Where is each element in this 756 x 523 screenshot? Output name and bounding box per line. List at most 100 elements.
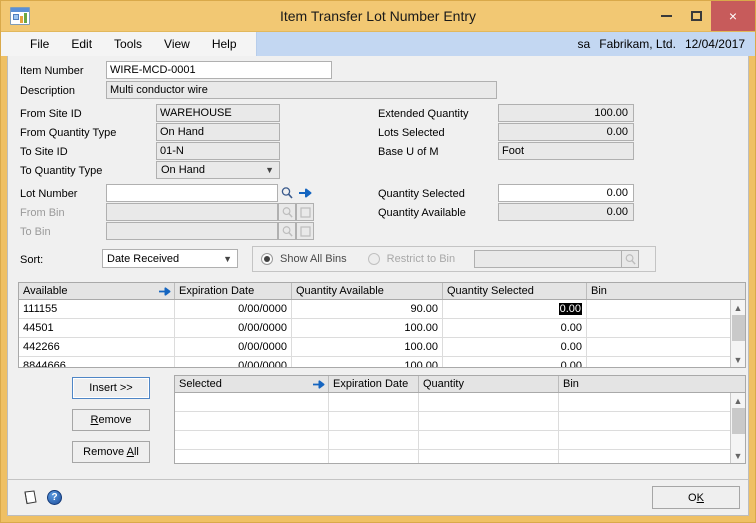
cell-quantity-available[interactable]: 100.00	[292, 338, 443, 356]
cell-selected[interactable]	[175, 431, 329, 449]
title-bar: Item Transfer Lot Number Entry ×	[1, 1, 755, 31]
cell-quantity-selected[interactable]: 0.00	[443, 357, 587, 367]
cell-bin[interactable]	[559, 412, 732, 430]
insert-button[interactable]: Insert >>	[72, 377, 150, 399]
from-bin-field	[106, 203, 278, 221]
cell-selected[interactable]	[175, 412, 329, 430]
quantity-selected-field[interactable]: 0.00	[498, 184, 634, 202]
column-header-quantity-available: Quantity Available	[292, 283, 443, 299]
table-row[interactable]	[175, 412, 745, 431]
menu-item-view[interactable]: View	[153, 32, 201, 57]
minimize-button[interactable]	[651, 1, 681, 31]
cell-quantity-available[interactable]: 100.00	[292, 319, 443, 337]
cell-bin[interactable]	[559, 431, 732, 449]
to-bin-field	[106, 222, 278, 240]
bin-filter-group: Show All Bins Restrict to Bin	[252, 246, 656, 272]
cell-bin[interactable]	[587, 319, 732, 337]
available-grid-scrollbar[interactable]: ▲ ▼	[730, 300, 745, 367]
table-row[interactable]	[175, 431, 745, 450]
cell-quantity[interactable]	[419, 450, 559, 463]
cell-expiration-date[interactable]	[329, 412, 419, 430]
menu-item-tools[interactable]: Tools	[103, 32, 153, 57]
selected-goto-arrow-icon[interactable]	[312, 379, 325, 390]
note-page-icon[interactable]	[22, 489, 39, 506]
menu-bar: File Edit Tools View Help sa Fabrikam, L…	[1, 31, 755, 56]
table-row[interactable]: 8844666 0/00/0000 100.00 0.00	[19, 357, 745, 367]
scroll-up-icon[interactable]: ▲	[731, 300, 746, 315]
to-quantity-type-dropdown[interactable]: On Hand ▼	[156, 161, 280, 179]
cell-expiration-date[interactable]: 0/00/0000	[175, 319, 292, 337]
remove-button[interactable]: Remove	[72, 409, 150, 431]
cell-expiration-date[interactable]: 0/00/0000	[175, 338, 292, 356]
restrict-to-bin-radio[interactable]	[367, 253, 380, 265]
cell-quantity-selected[interactable]: 0.00	[443, 319, 587, 337]
available-goto-arrow-icon[interactable]	[158, 286, 171, 297]
cell-quantity-selected[interactable]: 0.00	[443, 300, 587, 318]
cell-expiration-date[interactable]	[329, 450, 419, 463]
show-all-bins-label: Show All Bins	[280, 253, 347, 265]
quantity-selected-label: Quantity Selected	[378, 188, 465, 200]
selected-grid-scrollbar[interactable]: ▲ ▼	[730, 393, 745, 463]
scroll-down-icon[interactable]: ▼	[731, 352, 746, 367]
lot-number-goto-arrow-icon[interactable]	[296, 184, 314, 202]
current-date: 12/04/2017	[684, 37, 745, 51]
cell-selected[interactable]	[175, 450, 329, 463]
available-grid-body: 111155 0/00/0000 90.00 0.00 44501 0/00/0000 10…	[19, 300, 745, 367]
cell-bin[interactable]	[587, 338, 732, 356]
column-header-bin: Bin	[591, 285, 607, 297]
table-row[interactable]: 111155 0/00/0000 90.00 0.00	[19, 300, 745, 319]
footer-bar: ? OK	[8, 479, 748, 515]
footer-icons: ?	[22, 489, 62, 506]
form-body: Item Number WIRE-MCD-0001 Description Mu…	[7, 56, 749, 516]
menu-item-help[interactable]: Help	[201, 32, 248, 57]
window-title: Item Transfer Lot Number Entry	[279, 8, 477, 24]
cell-quantity-selected[interactable]: 0.00	[443, 338, 587, 356]
cell-available[interactable]: 111155	[19, 300, 175, 318]
cell-expiration-date[interactable]	[329, 431, 419, 449]
base-uofm-label: Base U of M	[378, 146, 439, 158]
from-bin-lookup-magnifier-icon	[278, 203, 296, 221]
table-row[interactable]: 44501 0/00/0000 100.00 0.00	[19, 319, 745, 338]
cell-expiration-date[interactable]: 0/00/0000	[175, 357, 292, 367]
scroll-down-icon[interactable]: ▼	[731, 448, 746, 463]
ok-button[interactable]: OK	[652, 486, 740, 509]
remove-all-button[interactable]: Remove All	[72, 441, 150, 463]
description-label: Description	[20, 85, 76, 97]
cell-quantity[interactable]	[419, 412, 559, 430]
item-number-field[interactable]: WIRE-MCD-0001	[106, 61, 332, 79]
cell-quantity-available[interactable]: 100.00	[292, 357, 443, 367]
cell-quantity[interactable]	[419, 431, 559, 449]
to-bin-lookup-magnifier-icon	[278, 222, 296, 240]
lot-number-lookup-magnifier-icon[interactable]	[278, 184, 296, 202]
cell-quantity[interactable]	[419, 393, 559, 411]
table-row[interactable]	[175, 450, 745, 463]
menu-item-edit[interactable]: Edit	[60, 32, 103, 57]
cell-bin[interactable]	[559, 393, 732, 411]
cell-selected[interactable]	[175, 393, 329, 411]
close-button[interactable]: ×	[711, 1, 755, 31]
table-row[interactable]	[175, 393, 745, 412]
base-uofm-field: Foot	[498, 142, 634, 160]
cell-quantity-available[interactable]: 90.00	[292, 300, 443, 318]
lot-number-field[interactable]	[106, 184, 278, 202]
scroll-thumb[interactable]	[731, 408, 745, 434]
cell-available[interactable]: 442266	[19, 338, 175, 356]
scroll-up-icon[interactable]: ▲	[731, 393, 746, 408]
cell-expiration-date[interactable]	[329, 393, 419, 411]
sort-dropdown[interactable]: Date Received ▼	[102, 249, 238, 268]
to-bin-expand-box-icon	[296, 222, 314, 240]
scroll-thumb[interactable]	[731, 315, 745, 341]
cell-bin[interactable]	[587, 357, 732, 367]
help-question-icon[interactable]: ?	[47, 490, 62, 505]
show-all-bins-radio[interactable]	[261, 253, 273, 265]
cell-expiration-date[interactable]: 0/00/0000	[175, 300, 292, 318]
column-header-expiration-date: Expiration Date	[175, 283, 292, 299]
column-header-expiration-date-2: Expiration Date	[329, 376, 419, 392]
table-row[interactable]: 442266 0/00/0000 100.00 0.00	[19, 338, 745, 357]
cell-available[interactable]: 8844666	[19, 357, 175, 367]
maximize-button[interactable]	[681, 1, 711, 31]
cell-bin[interactable]	[559, 450, 732, 463]
cell-bin[interactable]	[587, 300, 732, 318]
menu-item-file[interactable]: File	[19, 32, 60, 57]
cell-available[interactable]: 44501	[19, 319, 175, 337]
